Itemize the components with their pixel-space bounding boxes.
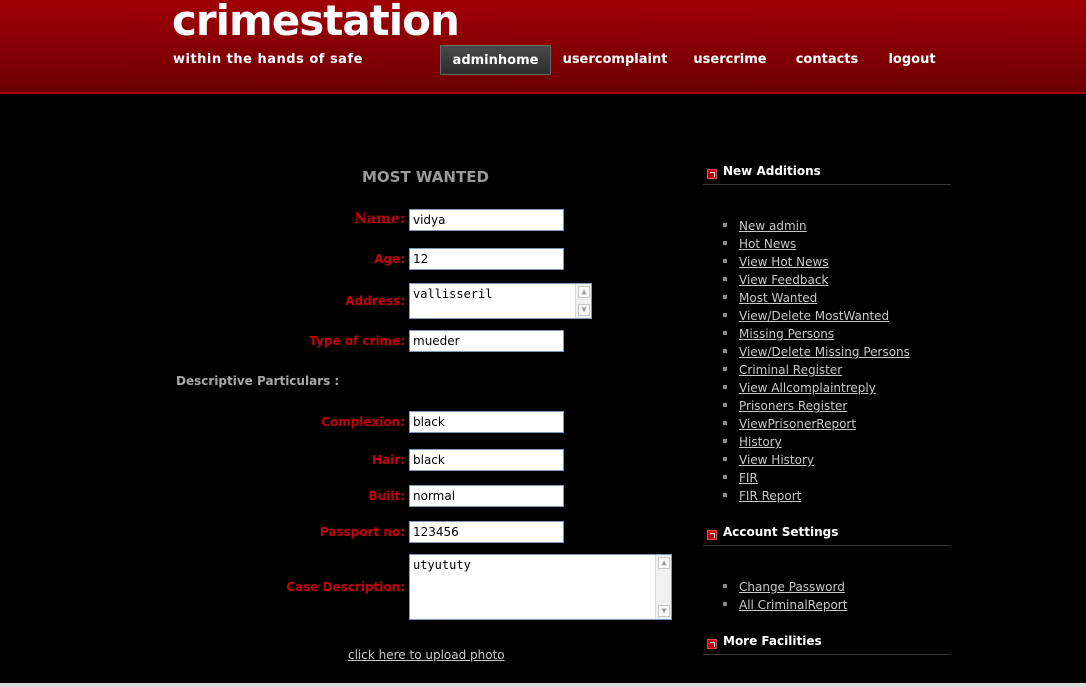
link-fir[interactable]: FIR: [739, 471, 758, 485]
scroll-down-icon[interactable]: ▼: [658, 605, 670, 617]
built-label: Built:: [368, 489, 405, 503]
window-bottom-edge: [0, 683, 1086, 687]
scroll-down-icon[interactable]: ▼: [578, 304, 590, 316]
list-item: All CriminalReport: [722, 595, 847, 613]
name-field[interactable]: vidya: [409, 209, 564, 231]
link-new-admin[interactable]: New admin: [739, 219, 807, 233]
list-item: Most Wanted: [722, 288, 910, 306]
hair-label: Hair:: [372, 453, 405, 467]
more-facilities-heading: More Facilities: [703, 634, 951, 655]
hair-field[interactable]: black: [409, 449, 564, 471]
list-item: Prisoners Register: [722, 396, 910, 414]
list-item: Missing Persons: [722, 324, 910, 342]
age-field[interactable]: 12: [409, 248, 564, 270]
list-item: View Hot News: [722, 252, 910, 270]
list-item: History: [722, 432, 910, 450]
nav-usercomplaint[interactable]: usercomplaint: [560, 45, 670, 75]
complexion-label: Complexion:: [321, 415, 405, 429]
address-scrollbar[interactable]: ▲ ▼: [575, 284, 591, 318]
crime-type-field[interactable]: mueder: [409, 330, 564, 352]
address-textarea[interactable]: vallisseril ▲ ▼: [409, 283, 592, 319]
form-title: MOST WANTED: [362, 168, 489, 186]
complexion-field[interactable]: black: [409, 411, 564, 433]
descriptive-particulars-heading: Descriptive Particulars :: [176, 374, 340, 388]
list-item: FIR: [722, 468, 910, 486]
list-item: ViewPrisonerReport: [722, 414, 910, 432]
arrow-bullet-icon: [707, 169, 717, 179]
site-header: crimestation within the hands of safe ad…: [0, 0, 1086, 94]
list-item: View Feedback: [722, 270, 910, 288]
address-label: Address:: [345, 294, 405, 308]
site-tagline: within the hands of safe: [173, 52, 363, 67]
link-prisoners-register[interactable]: Prisoners Register: [739, 399, 847, 413]
list-item: View/Delete MostWanted: [722, 306, 910, 324]
link-view-allcomplaintreply[interactable]: View Allcomplaintreply: [739, 381, 876, 395]
link-fir-report[interactable]: FIR Report: [739, 489, 801, 503]
link-view-history[interactable]: View History: [739, 453, 814, 467]
new-additions-heading: New Additions: [703, 164, 951, 185]
passport-field[interactable]: 123456: [409, 521, 564, 543]
nav-contacts[interactable]: contacts: [790, 45, 864, 75]
list-item: View History: [722, 450, 910, 468]
upload-photo-link[interactable]: click here to upload photo: [348, 648, 505, 662]
crime-type-label: Type of crime:: [309, 334, 405, 348]
link-change-password[interactable]: Change Password: [739, 580, 845, 594]
link-history[interactable]: History: [739, 435, 782, 449]
link-all-criminalreport[interactable]: All CriminalReport: [739, 598, 847, 612]
address-value: vallisseril: [413, 287, 493, 301]
case-description-value: utyututy: [413, 558, 471, 572]
account-settings-heading: Account Settings: [703, 525, 951, 546]
scroll-up-icon[interactable]: ▲: [578, 286, 590, 298]
list-item: View/Delete Missing Persons: [722, 342, 910, 360]
account-settings-title: Account Settings: [723, 525, 839, 539]
age-label: Age:: [374, 252, 405, 266]
arrow-bullet-icon: [707, 639, 717, 649]
arrow-bullet-icon: [707, 530, 717, 540]
nav-adminhome[interactable]: adminhome: [440, 45, 551, 75]
case-description-scrollbar[interactable]: ▲ ▼: [655, 555, 671, 619]
new-additions-title: New Additions: [723, 164, 821, 178]
passport-label: Passport no:: [319, 525, 405, 539]
link-viewprisonerreport[interactable]: ViewPrisonerReport: [739, 417, 856, 431]
nav-logout[interactable]: logout: [884, 45, 940, 75]
link-missing-persons[interactable]: Missing Persons: [739, 327, 834, 341]
list-item: Change Password: [722, 577, 847, 595]
link-view-hot-news[interactable]: View Hot News: [739, 255, 829, 269]
list-item: Criminal Register: [722, 360, 910, 378]
link-most-wanted[interactable]: Most Wanted: [739, 291, 817, 305]
site-logo: crimestation: [172, 0, 460, 45]
account-settings-list: Change Password All CriminalReport: [722, 577, 847, 613]
case-description-textarea[interactable]: utyututy ▲ ▼: [409, 554, 672, 620]
scroll-up-icon[interactable]: ▲: [658, 557, 670, 569]
link-view-delete-missing-persons[interactable]: View/Delete Missing Persons: [739, 345, 910, 359]
nav-usercrime[interactable]: usercrime: [690, 45, 770, 75]
list-item: New admin: [722, 216, 910, 234]
list-item: View Allcomplaintreply: [722, 378, 910, 396]
link-hot-news[interactable]: Hot News: [739, 237, 796, 251]
built-field[interactable]: normal: [409, 485, 564, 507]
list-item: Hot News: [722, 234, 910, 252]
link-view-feedback[interactable]: View Feedback: [739, 273, 828, 287]
new-additions-list: New admin Hot News View Hot News View Fe…: [722, 216, 910, 504]
case-description-label: Case Description:: [286, 580, 405, 594]
list-item: FIR Report: [722, 486, 910, 504]
name-label: Name:: [354, 211, 405, 227]
more-facilities-title: More Facilities: [723, 634, 822, 648]
link-view-delete-mostwanted[interactable]: View/Delete MostWanted: [739, 309, 889, 323]
link-criminal-register[interactable]: Criminal Register: [739, 363, 842, 377]
